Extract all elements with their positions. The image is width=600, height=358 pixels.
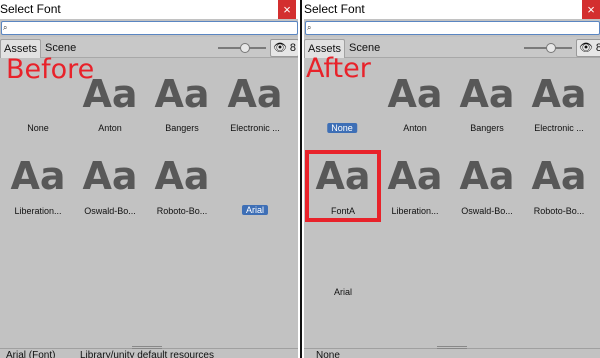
close-icon[interactable]: × (582, 0, 600, 19)
font-item-label: Arial (333, 287, 352, 297)
search-input[interactable] (316, 22, 580, 34)
zoom-slider-knob[interactable] (546, 43, 556, 53)
magnifier-icon: ⌕ (307, 23, 312, 32)
resize-grip[interactable] (437, 346, 467, 349)
font-preview: Aa (531, 72, 587, 116)
selected-asset-name: Arial (Font) (6, 350, 56, 358)
font-preview: Aa (10, 154, 66, 198)
font-item-label: Oswald-Bo... (84, 206, 136, 216)
window-title: Select Font (0, 2, 61, 16)
font-item-label: Roboto-Bo... (533, 206, 585, 216)
eye-slash-icon: 👁 (579, 42, 593, 54)
close-icon[interactable]: × (278, 0, 296, 19)
magnifier-icon: ⌕ (3, 23, 8, 32)
selected-asset-path: Library/unity default resources (80, 350, 214, 358)
selected-asset-name: None (316, 350, 340, 358)
font-item-label: Roboto-Bo... (156, 206, 208, 216)
font-item-label: Liberation... (14, 206, 62, 216)
status-bar: None (304, 346, 600, 358)
font-preview: Aa (387, 154, 443, 198)
font-preview: Aa (82, 154, 138, 198)
eye-slash-icon: 👁 (273, 42, 287, 54)
font-item-label: Oswald-Bo... (461, 206, 513, 216)
search-field[interactable]: ⌕ (305, 21, 600, 35)
font-item-label: None (27, 123, 49, 133)
search-field[interactable]: ⌕ (1, 21, 298, 35)
annotation-after: After (306, 53, 371, 84)
search-row: ⌕ (0, 19, 298, 37)
status-bar: Arial (Font) Library/unity default resou… (0, 346, 298, 358)
font-preview: Aa (154, 154, 210, 198)
font-item-label: Electronic ... (230, 123, 280, 133)
font-preview: Aa (459, 72, 515, 116)
search-row: ⌕ (304, 19, 600, 37)
font-preview: Aa (154, 72, 210, 116)
search-input[interactable] (12, 22, 278, 34)
font-item-label: Bangers (470, 123, 504, 133)
font-item-label: FontA (330, 206, 355, 216)
font-item-label: Anton (403, 123, 427, 133)
font-item-label: Bangers (165, 123, 199, 133)
font-preview: Aa (227, 72, 283, 116)
font-item-label-selected: None (327, 123, 357, 133)
zoom-slider-knob[interactable] (240, 43, 250, 53)
font-preview: Aa (315, 154, 371, 198)
select-font-window-after: Select Font × ⌕ Assets Scene 👁 8 After N… (304, 0, 600, 358)
hidden-packages-toggle[interactable]: 👁 8 (576, 39, 600, 57)
title-bar: Select Font × (0, 0, 298, 19)
hidden-count: 8 (595, 42, 600, 54)
font-preview: Aa (459, 154, 515, 198)
title-bar: Select Font × (304, 0, 600, 19)
font-preview: Aa (82, 72, 138, 116)
font-item-label: Electronic ... (534, 123, 584, 133)
zoom-slider[interactable] (218, 43, 266, 53)
font-item-label-selected: Arial (241, 205, 269, 215)
select-font-window-before: Select Font × ⌕ Assets Scene 👁 8 Before … (0, 0, 298, 358)
zoom-slider[interactable] (524, 43, 572, 53)
font-item-label: Anton (98, 123, 122, 133)
hidden-packages-toggle[interactable]: 👁 8 (270, 39, 298, 57)
font-preview: Aa (531, 154, 587, 198)
resize-grip[interactable] (132, 346, 162, 349)
hidden-count: 8 (289, 42, 296, 54)
window-title: Select Font (304, 2, 365, 16)
font-preview: Aa (387, 72, 443, 116)
font-item-label: Liberation... (391, 206, 439, 216)
